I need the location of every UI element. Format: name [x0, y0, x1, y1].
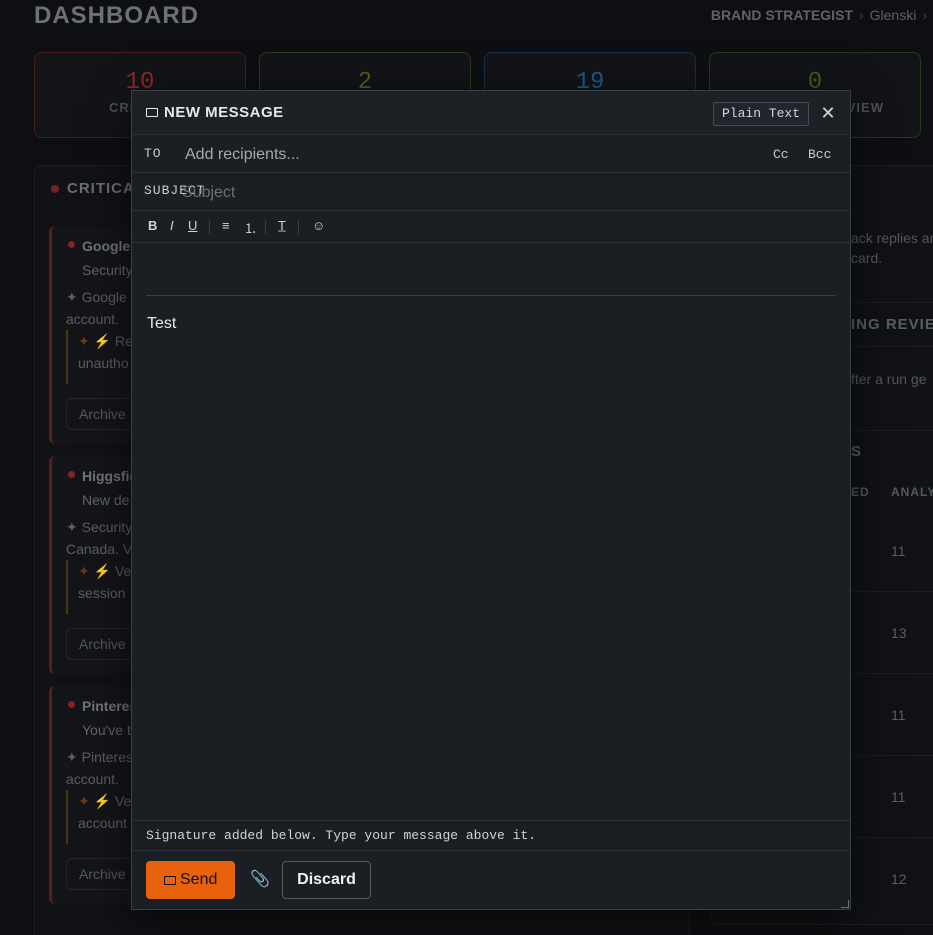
italic-button[interactable]: I	[170, 218, 174, 233]
toolbar-divider	[298, 220, 299, 234]
bold-button[interactable]: B	[148, 218, 157, 233]
column-header: ED	[851, 485, 870, 499]
discard-button[interactable]: Discard	[282, 861, 371, 899]
signature-notice: Signature added below. Type your message…	[146, 828, 537, 843]
breadcrumb-role[interactable]: BRAND STRATEGIST	[711, 7, 853, 23]
envelope-icon	[146, 108, 158, 117]
to-row: TO Cc Bcc	[132, 135, 850, 173]
paperclip-icon[interactable]: 📎	[250, 869, 270, 889]
breadcrumb-separator: ›	[858, 7, 864, 23]
table-cell: 11	[891, 707, 906, 723]
recipients-input[interactable]	[185, 144, 745, 166]
numbered-list-button[interactable]: ⒈	[244, 218, 257, 237]
alert-body: ✦ Google account.	[66, 289, 127, 327]
toolbar-divider	[209, 220, 210, 234]
alert-subtitle: New de	[82, 492, 130, 508]
table-cell: 13	[891, 625, 907, 641]
page-title: DASHBOARD	[34, 2, 199, 29]
table-cell: 11	[891, 543, 906, 559]
alert-title: Google	[68, 238, 130, 254]
alert-body: ✦ Security Canada. V	[66, 519, 133, 557]
status-dot-icon	[68, 471, 75, 478]
emoji-button[interactable]: ☺	[312, 218, 325, 233]
panel-heading: ING REVIE	[851, 316, 933, 333]
signature-notice-bar: Signature added below. Type your message…	[132, 820, 850, 851]
bullet-list-button[interactable]: ≡	[222, 218, 230, 233]
modal-title: NEW MESSAGE	[146, 104, 284, 121]
resize-handle-icon[interactable]	[841, 900, 849, 908]
alert-subtitle: You've t	[82, 722, 131, 738]
close-icon[interactable]: ✕	[818, 103, 838, 123]
column-header: ANALY	[891, 485, 933, 499]
panel-text: fter a run ge	[851, 371, 927, 387]
subject-input[interactable]	[182, 182, 742, 204]
panel-heading: CRITICA	[51, 180, 135, 197]
alert-subtitle: Security	[82, 262, 133, 278]
alert-title: Pinteres	[68, 698, 137, 714]
cc-button[interactable]: Cc	[773, 147, 789, 162]
alert-body: ✦ Pinteres account.	[66, 749, 133, 787]
send-button[interactable]: Send	[146, 861, 235, 899]
status-dot-icon	[51, 185, 59, 193]
panel-heading: S	[851, 443, 863, 460]
message-body-editor[interactable]: Test	[147, 315, 837, 815]
status-dot-icon	[68, 241, 75, 248]
breadcrumb-user[interactable]: Glenski	[870, 7, 917, 23]
panel-text: card.	[851, 250, 883, 266]
send-label: Send	[180, 871, 218, 888]
envelope-icon	[164, 876, 176, 885]
alert-title: Higgsfie	[68, 468, 137, 484]
table-cell: 12	[891, 871, 907, 887]
table-cell: 11	[891, 789, 906, 805]
breadcrumb: BRAND STRATEGIST › Glenski ›	[711, 7, 933, 23]
clear-format-button[interactable]: T̲	[278, 218, 286, 233]
panel-text: ack replies an	[851, 230, 933, 246]
underline-button[interactable]: U	[188, 218, 197, 233]
to-label: TO	[144, 146, 162, 161]
compose-modal: NEW MESSAGE Plain Text ✕ TO Cc Bcc SUBJE…	[131, 90, 851, 910]
toolbar-divider	[265, 220, 266, 234]
status-dot-icon	[68, 701, 75, 708]
bcc-button[interactable]: Bcc	[808, 147, 831, 162]
breadcrumb-separator: ›	[922, 7, 927, 23]
formatting-toolbar: B I U ≡ ⒈ T̲ ☺	[132, 211, 850, 243]
editor-divider	[146, 295, 836, 296]
plain-text-toggle-button[interactable]: Plain Text	[713, 102, 809, 126]
subject-row: SUBJECT	[132, 173, 850, 211]
modal-header: NEW MESSAGE Plain Text ✕	[132, 91, 850, 135]
